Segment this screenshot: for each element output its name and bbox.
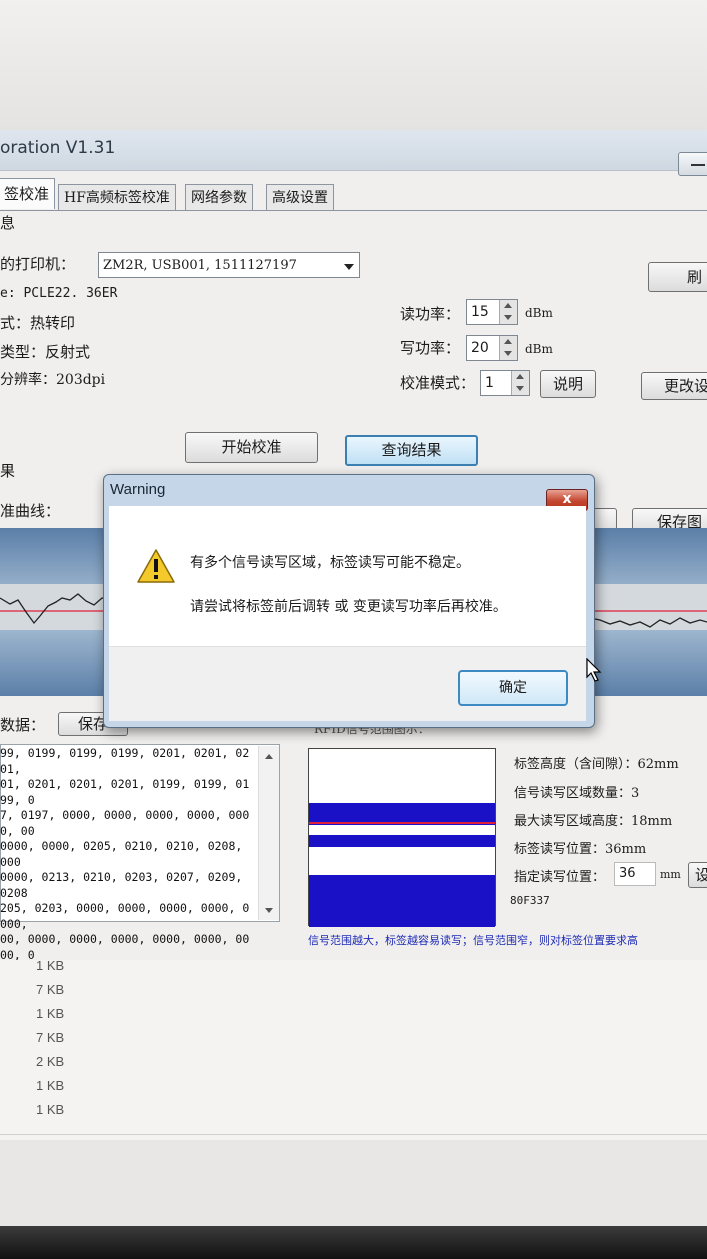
spin-arrows-icon[interactable] [499,300,517,324]
calibration-mode-value: 1 [485,375,494,391]
minimize-button[interactable] [678,152,707,176]
scroll-up-icon[interactable] [265,754,273,759]
read-power-value: 15 [471,304,489,320]
file-size: 1 KB [36,958,65,973]
printer-model: e: PCLE22. 36ER [0,286,118,301]
region-count: 信号读写区域数量：3 [514,786,640,801]
resolution: 分辨率：203dpi [0,372,106,388]
media-type: 类型：反射式 [0,343,91,361]
data-scrollbar[interactable] [258,746,279,920]
set-position-input[interactable]: 36 [614,862,656,886]
screen-bezel [0,1226,707,1259]
read-power-stepper[interactable]: 15 [466,299,518,325]
scroll-down-icon[interactable] [265,908,273,913]
signal-region-3 [309,875,495,927]
file-size: 2 KB [36,1054,65,1069]
divider [0,1134,707,1135]
signal-region-2 [309,835,495,847]
calibration-mode-stepper[interactable]: 1 [480,370,530,396]
dialog-body [109,506,586,646]
calibration-mode-label: 校准模式： [400,374,476,392]
printer-label: 的打印机： [0,255,76,273]
spin-arrows-icon[interactable] [511,371,529,395]
read-write-position: 标签读写位置：36mm [514,842,647,857]
ok-button[interactable]: 确定 [458,670,568,706]
start-calibration-button[interactable]: 开始校准 [185,432,318,463]
printer-select-value: ZM2R, USB001, 1511127197 [103,258,297,273]
file-size: 7 KB [36,982,65,997]
change-settings-button[interactable]: 更改设 [641,372,707,400]
write-power-unit: dBm [525,342,553,356]
set-position-label: 指定读写位置： [514,870,606,885]
rfid-signal-diagram [308,748,496,927]
file-size: 7 KB [36,1030,65,1045]
window-title: oration V1.31 [0,138,116,158]
dialog-message-line2: 请尝试将标签前后调转 或 变更读写功率后再校准。 [190,599,507,615]
set-position-button[interactable]: 设 [688,862,707,888]
read-position-marker [309,822,495,824]
rfid-note: 信号范围越大，标签越容易读写；信号范围窄，则对标签位置要求高 [308,934,638,947]
warning-icon [137,549,175,583]
write-power-stepper[interactable]: 20 [466,335,518,361]
read-power-unit: dBm [525,306,553,320]
result-section-label: 果 [0,462,16,480]
printer-select[interactable]: ZM2R, USB001, 1511127197 [98,252,360,278]
dialog-title: Warning [110,481,166,498]
data-label: 数据： [0,716,46,734]
write-power-label: 写功率： [400,339,461,357]
label-height: 标签高度（含间隙）：62mm [514,757,679,772]
chevron-down-icon [344,264,354,270]
calibration-curve-label: 准曲线： [0,502,61,520]
file-size: 1 KB [36,1078,65,1093]
rfid-code: 80F337 [510,894,550,907]
tab-advanced-settings[interactable]: 高级设置 [266,184,334,211]
write-power-value: 20 [471,340,489,356]
data-text: 99, 0199, 0199, 0199, 0201, 0201, 0201, … [0,746,250,977]
print-mode: 式：热转印 [0,314,76,332]
tab-label-calibration[interactable]: 签校准 [0,178,56,209]
tab-divider [0,210,707,211]
spin-arrows-icon[interactable] [499,336,517,360]
set-position-unit: mm [660,868,681,881]
tab-network-params[interactable]: 网络参数 [185,184,253,211]
read-power-label: 读功率： [400,305,461,323]
desktop-background [0,0,707,130]
file-size: 1 KB [36,1102,65,1117]
file-size: 1 KB [36,1006,65,1021]
tab-hf-calibration[interactable]: HF高频标签校准 [58,184,176,211]
max-region-height: 最大读写区域高度：18mm [514,814,673,829]
refresh-button[interactable]: 刷 [648,262,707,292]
file-list [0,960,707,1140]
query-results-button[interactable]: 查询结果 [345,435,478,466]
explain-button[interactable]: 说明 [540,370,596,398]
mouse-cursor-icon [586,658,602,682]
info-section-label: 息 [0,214,16,232]
dialog-message-line1: 有多个信号读写区域，标签读写可能不稳定。 [190,555,470,571]
